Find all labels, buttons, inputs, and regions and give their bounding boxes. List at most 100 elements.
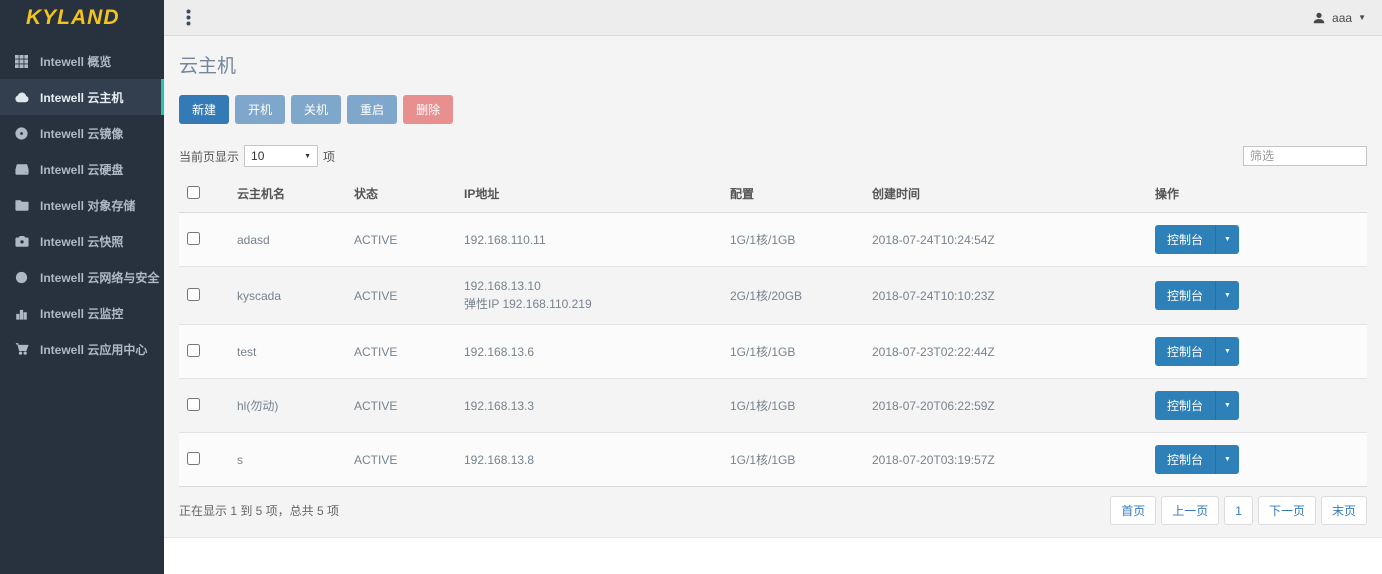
last-page-button[interactable]: 末页 xyxy=(1321,496,1367,525)
table-row: s ACTIVE 192.168.13.8 1G/1核/1GB 2018-07-… xyxy=(179,433,1367,487)
sidebar-item-label: Intewell 云镜像 xyxy=(40,125,123,142)
console-button[interactable]: 控制台 xyxy=(1155,445,1215,474)
sidebar-item-label: Intewell 云快照 xyxy=(40,233,123,250)
sidebar-item-cloud-snapshots[interactable]: Intewell 云快照 xyxy=(0,223,164,259)
host-status: ACTIVE xyxy=(346,267,456,325)
host-status: ACTIVE xyxy=(346,379,456,433)
sidebar-item-label: Intewell 云监控 xyxy=(40,305,123,322)
globe-icon xyxy=(14,270,29,285)
host-ip-primary: 192.168.13.10 xyxy=(464,279,541,293)
sidebar-item-label: Intewell 云主机 xyxy=(40,89,123,106)
console-dropdown-caret[interactable]: ▼ xyxy=(1215,281,1239,310)
power-on-button[interactable]: 开机 xyxy=(235,95,285,124)
prev-page-button[interactable]: 上一页 xyxy=(1161,496,1219,525)
sidebar-item-label: Intewell 云网络与安全 xyxy=(40,269,159,286)
row-checkbox[interactable] xyxy=(187,452,200,465)
kyland-logo: KYLAND xyxy=(0,0,164,36)
console-button[interactable]: 控制台 xyxy=(1155,337,1215,366)
console-button[interactable]: 控制台 xyxy=(1155,281,1215,310)
host-created: 2018-07-23T02:22:44Z xyxy=(864,325,1147,379)
delete-button[interactable]: 删除 xyxy=(403,95,453,124)
page-size-suffix-label: 项 xyxy=(323,148,335,165)
cart-icon xyxy=(14,342,29,357)
hosts-table: 云主机名 状态 IP地址 配置 创建时间 操作 adasd ACTIVE 192… xyxy=(179,175,1367,486)
host-name: s xyxy=(229,433,346,487)
sidebar-item-label: Intewell 对象存储 xyxy=(40,197,135,214)
host-created: 2018-07-20T06:22:59Z xyxy=(864,379,1147,433)
host-config: 1G/1核/1GB xyxy=(722,325,864,379)
toolbar: 新建 开机 关机 重启 删除 xyxy=(179,95,1367,124)
user-name: aaa xyxy=(1332,11,1352,25)
logo-text: KYLAND xyxy=(26,6,120,30)
select-all-checkbox[interactable] xyxy=(187,186,200,199)
console-dropdown-caret[interactable]: ▼ xyxy=(1215,445,1239,474)
hdd-icon xyxy=(14,162,29,177)
console-split-button: 控制台 ▼ xyxy=(1155,281,1239,310)
row-checkbox[interactable] xyxy=(187,232,200,245)
first-page-button[interactable]: 首页 xyxy=(1110,496,1156,525)
sidebar-item-label: Intewell 概览 xyxy=(40,53,111,70)
page-size-control: 当前页显示 10 ▼ 项 xyxy=(179,145,335,167)
sidebar-item-label: Intewell 云应用中心 xyxy=(40,341,147,358)
power-off-button[interactable]: 关机 xyxy=(291,95,341,124)
host-config: 2G/1核/20GB xyxy=(722,267,864,325)
console-dropdown-caret[interactable]: ▼ xyxy=(1215,337,1239,366)
host-config: 1G/1核/1GB xyxy=(722,379,864,433)
row-checkbox[interactable] xyxy=(187,344,200,357)
sidebar-toggle-button[interactable] xyxy=(180,5,197,30)
sidebar-item-cloud-hosts[interactable]: Intewell 云主机 xyxy=(0,79,164,115)
sidebar-item-object-storage[interactable]: Intewell 对象存储 xyxy=(0,187,164,223)
sidebar-item-app-center[interactable]: Intewell 云应用中心 xyxy=(0,331,164,367)
host-name: kyscada xyxy=(229,267,346,325)
host-status: ACTIVE xyxy=(346,325,456,379)
page-size-value: 10 xyxy=(251,149,264,163)
folder-icon xyxy=(14,198,29,213)
header-config: 配置 xyxy=(722,175,864,213)
sidebar-item-cloud-monitoring[interactable]: Intewell 云监控 xyxy=(0,295,164,331)
console-split-button: 控制台 ▼ xyxy=(1155,337,1239,366)
select-caret-icon: ▼ xyxy=(304,153,311,160)
page-size-select[interactable]: 10 ▼ xyxy=(244,145,318,167)
content-spacer xyxy=(164,538,1382,574)
filter-input[interactable] xyxy=(1243,146,1367,166)
user-icon xyxy=(1312,11,1326,25)
host-status: ACTIVE xyxy=(346,213,456,267)
console-dropdown-caret[interactable]: ▼ xyxy=(1215,391,1239,420)
console-button[interactable]: 控制台 xyxy=(1155,391,1215,420)
sidebar-item-overview[interactable]: Intewell 概览 xyxy=(0,43,164,79)
host-name: hl(勿动) xyxy=(229,379,346,433)
page-title: 云主机 xyxy=(179,36,1367,78)
console-split-button: 控制台 ▼ xyxy=(1155,391,1239,420)
sidebar-item-network-security[interactable]: Intewell 云网络与安全 xyxy=(0,259,164,295)
sidebar-item-cloud-disks[interactable]: Intewell 云硬盘 xyxy=(0,151,164,187)
page-number-button[interactable]: 1 xyxy=(1224,496,1253,525)
user-menu[interactable]: aaa ▼ xyxy=(1312,11,1366,25)
console-dropdown-caret[interactable]: ▼ xyxy=(1215,225,1239,254)
host-ip-floating: 弹性IP 192.168.110.219 xyxy=(464,295,714,312)
host-status: ACTIVE xyxy=(346,433,456,487)
host-config: 1G/1核/1GB xyxy=(722,433,864,487)
pagination: 首页 上一页 1 下一页 末页 xyxy=(1110,496,1367,525)
header-name: 云主机名 xyxy=(229,175,346,213)
header-ip: IP地址 xyxy=(456,175,722,213)
console-button[interactable]: 控制台 xyxy=(1155,225,1215,254)
table-header-row: 云主机名 状态 IP地址 配置 创建时间 操作 xyxy=(179,175,1367,213)
reboot-button[interactable]: 重启 xyxy=(347,95,397,124)
sidebar-item-cloud-images[interactable]: Intewell 云镜像 xyxy=(0,115,164,151)
table-row: adasd ACTIVE 192.168.110.11 1G/1核/1GB 20… xyxy=(179,213,1367,267)
camera-icon xyxy=(14,234,29,249)
sidebar-nav: Intewell 概览 Intewell 云主机 Intewell 云镜像 In… xyxy=(0,36,164,367)
host-config: 1G/1核/1GB xyxy=(722,213,864,267)
host-ip: 192.168.13.10 弹性IP 192.168.110.219 xyxy=(456,267,722,325)
page-size-prefix-label: 当前页显示 xyxy=(179,148,239,165)
next-page-button[interactable]: 下一页 xyxy=(1258,496,1316,525)
app-window: KYLAND Intewell 概览 Intewell 云主机 Intewell xyxy=(0,0,1382,574)
row-checkbox[interactable] xyxy=(187,398,200,411)
cloud-hosts-page: 云主机 新建 开机 关机 重启 删除 当前页显示 10 ▼ 项 xyxy=(164,36,1382,538)
create-button[interactable]: 新建 xyxy=(179,95,229,124)
header-actions: 操作 xyxy=(1147,175,1367,213)
header-created: 创建时间 xyxy=(864,175,1147,213)
host-created: 2018-07-24T10:10:23Z xyxy=(864,267,1147,325)
host-ip: 192.168.13.3 xyxy=(456,379,722,433)
row-checkbox[interactable] xyxy=(187,288,200,301)
